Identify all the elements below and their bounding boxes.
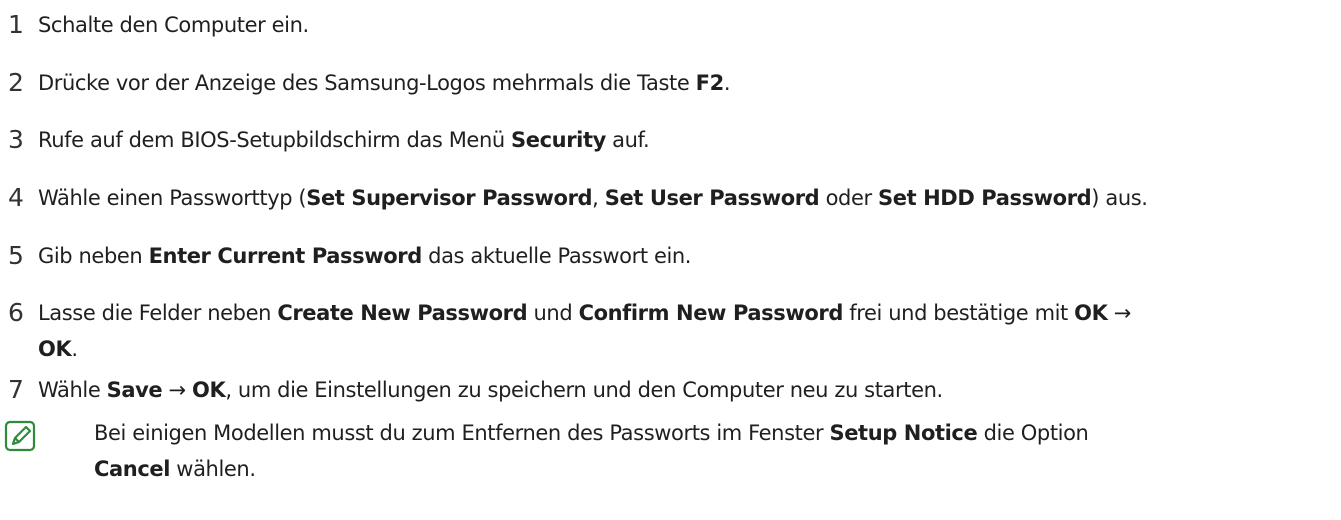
text-run: → (162, 378, 193, 402)
text-run: , (592, 186, 605, 210)
step-text: Wähle einen Passworttyp (Set Supervisor … (38, 180, 1338, 216)
bold-term: OK (1074, 301, 1108, 325)
step-number: 4 (8, 183, 24, 212)
text-run: Rufe auf dem BIOS-Setupbildschirm das Me… (38, 128, 512, 152)
bold-term: F2 (695, 71, 725, 95)
step-number: 5 (8, 241, 24, 270)
step-text: Lasse die Felder neben Create New Passwo… (38, 295, 1338, 367)
text-run: Drücke vor der Anzeige des Samsung-Logos… (38, 71, 696, 95)
text-run: Lasse die Felder neben (38, 301, 278, 325)
bold-term: Create New Password (277, 301, 528, 325)
bold-term: Setup Notice (829, 421, 978, 445)
step-line: Rufe auf dem BIOS-Setupbildschirm das Me… (38, 122, 1338, 158)
text-run: . (723, 71, 731, 95)
step-number: 3 (8, 125, 24, 154)
step-number: 7 (8, 375, 24, 404)
text-run: das aktuelle Passwort ein. (421, 244, 692, 268)
text-run: Gib neben (38, 244, 149, 268)
step-number: 1 (8, 10, 24, 39)
note-pencil-icon (4, 420, 36, 452)
bold-term: Set User Password (604, 186, 820, 210)
text-run: auf. (605, 128, 650, 152)
bold-term: Save (106, 378, 163, 402)
step-line: Wähle einen Passworttyp (Set Supervisor … (38, 180, 1338, 216)
text-run: wählen. (170, 457, 256, 481)
note-text: Bei einigen Modellen musst du zum Entfer… (94, 415, 1334, 487)
text-run: die Option (977, 421, 1089, 445)
step-text: Schalte den Computer ein. (38, 7, 1338, 43)
note-line: Cancel wählen. (94, 451, 1334, 487)
bold-term: Security (511, 128, 606, 152)
step-line: Gib neben Enter Current Password das akt… (38, 238, 1338, 274)
step-text: Rufe auf dem BIOS-Setupbildschirm das Me… (38, 122, 1338, 158)
bold-term: Enter Current Password (148, 244, 423, 268)
bold-term: Confirm New Password (578, 301, 844, 325)
text-run: Wähle (38, 378, 107, 402)
step-line: Wähle Save → OK, um die Einstellungen zu… (38, 372, 1338, 408)
step-line: Drücke vor der Anzeige des Samsung-Logos… (38, 65, 1338, 101)
bold-term: OK (192, 378, 226, 402)
bold-term: Set Supervisor Password (306, 186, 593, 210)
step-line: Lasse die Felder neben Create New Passwo… (38, 295, 1338, 331)
text-run: oder (819, 186, 878, 210)
note-line: Bei einigen Modellen musst du zum Entfer… (94, 415, 1334, 451)
step-line: OK. (38, 331, 1338, 367)
text-run: frei und bestätige mit (842, 301, 1075, 325)
step-number: 6 (8, 298, 24, 327)
bold-term: Cancel (94, 457, 171, 481)
text-run: und (527, 301, 579, 325)
step-text: Wähle Save → OK, um die Einstellungen zu… (38, 372, 1338, 408)
text-run: ) aus. (1091, 186, 1148, 210)
bold-term: OK (38, 337, 72, 361)
text-run: Schalte den Computer ein. (38, 13, 309, 37)
text-run: Bei einigen Modellen musst du zum Entfer… (94, 421, 830, 445)
step-text: Gib neben Enter Current Password das akt… (38, 238, 1338, 274)
bold-term: Set HDD Password (878, 186, 1092, 210)
step-line: Schalte den Computer ein. (38, 7, 1338, 43)
text-run: → (1107, 301, 1132, 325)
text-run: . (71, 337, 78, 361)
step-text: Drücke vor der Anzeige des Samsung-Logos… (38, 65, 1338, 101)
text-run: , um die Einstellungen zu speichern und … (225, 378, 943, 402)
text-run: Wähle einen Passworttyp ( (38, 186, 307, 210)
step-number: 2 (8, 68, 24, 97)
